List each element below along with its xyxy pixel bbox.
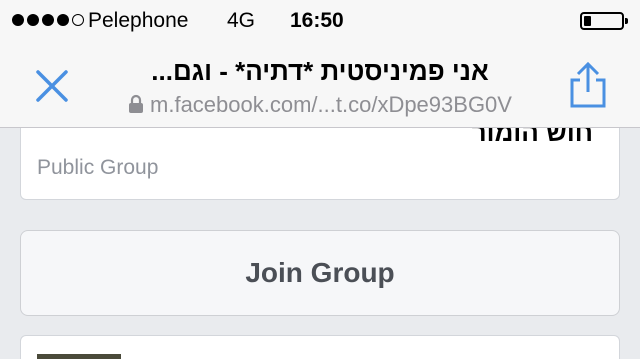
browser-header: אני פמיניסטית *דתיה* - וגם... m.facebook… <box>0 42 640 128</box>
status-bar: Pelephone 4G 16:50 <box>0 0 640 42</box>
signal-dot <box>57 14 69 26</box>
share-button[interactable] <box>564 60 612 110</box>
url-bar[interactable]: m.facebook.com/...t.co/xDpe93BG0V <box>96 92 544 118</box>
post-card <box>20 335 620 359</box>
battery-level <box>584 16 591 26</box>
close-button[interactable] <box>30 64 74 108</box>
battery-icon <box>580 12 628 30</box>
post-thumbnail[interactable] <box>37 354 121 359</box>
carrier-name: Pelephone <box>88 9 189 32</box>
network-type: 4G <box>227 9 256 32</box>
url-text: m.facebook.com/...t.co/xDpe93BG0V <box>150 92 512 117</box>
signal-dot <box>72 14 84 26</box>
page-title: אני פמיניסטית *דתיה* - וגם... <box>151 56 489 86</box>
share-icon <box>570 61 606 108</box>
signal-dot <box>42 14 54 26</box>
signal-dot <box>27 14 39 26</box>
join-group-button[interactable]: Join Group <box>20 230 620 316</box>
signal-strength-indicator <box>12 14 84 26</box>
signal-dot <box>12 14 24 26</box>
lock-icon <box>129 94 144 113</box>
close-icon <box>36 70 68 102</box>
clock: 16:50 <box>290 9 344 32</box>
group-privacy-label: Public Group <box>37 156 159 179</box>
